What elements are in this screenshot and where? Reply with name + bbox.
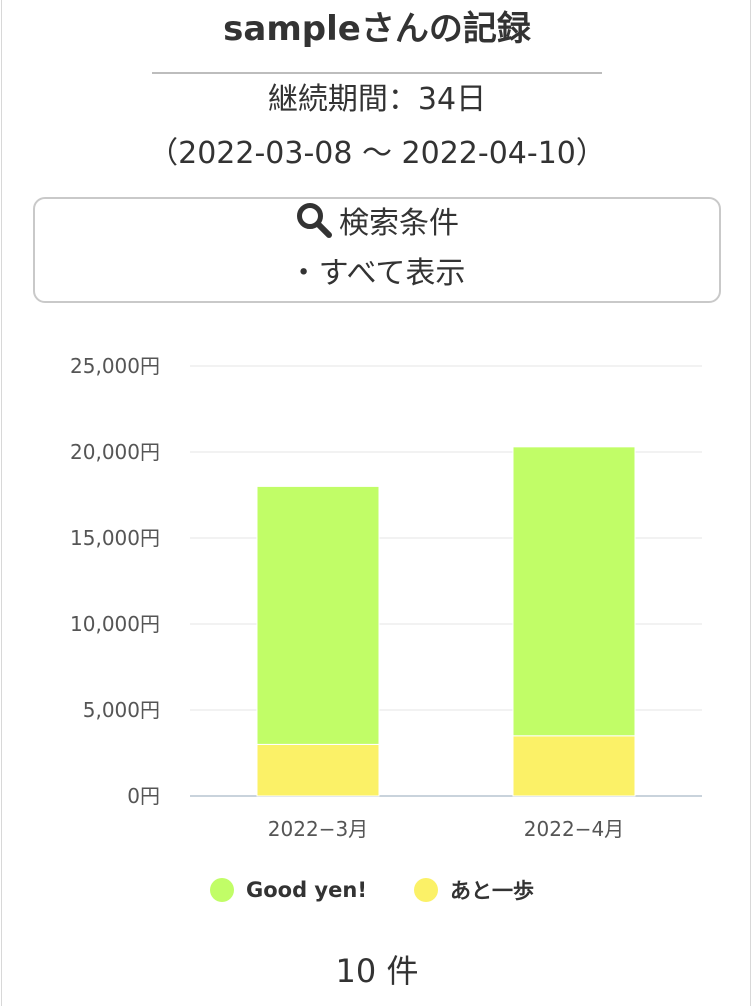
search-conditions-header[interactable]: 検索条件 <box>35 201 719 247</box>
y-tick-label: 10,000円 <box>70 612 160 636</box>
record-count: 10 件 <box>335 952 419 990</box>
y-tick-label: 0円 <box>127 784 160 808</box>
y-tick-label: 15,000円 <box>70 526 160 550</box>
y-tick-label: 5,000円 <box>83 698 160 722</box>
title-divider <box>152 72 602 74</box>
legend-item-good-yen[interactable]: Good yen! <box>210 872 367 908</box>
bar-ato-ippo <box>512 735 636 797</box>
page-title: sampleさんの記録 <box>223 9 531 49</box>
y-tick-label: 25,000円 <box>70 354 160 378</box>
search-conditions-panel[interactable]: 検索条件 ・すべて表示 <box>33 197 721 303</box>
search-conditions-label: 検索条件 <box>339 206 459 241</box>
stacked-bar-chart: 0円 5,000円 10,000円 15,000円 20,000円 25,000円 2022… <box>70 354 702 841</box>
date-range: （2022-03-08 〜 2022-04-10） <box>148 136 606 171</box>
chart-legend: Good yen! あと一歩 <box>0 872 754 908</box>
bar-good-yen <box>512 446 636 737</box>
x-tick-label: 2022−3月 <box>268 817 368 841</box>
y-tick-label: 20,000円 <box>70 440 160 464</box>
legend-swatch-good-yen <box>210 878 234 902</box>
legend-label-ato-ippo: あと一歩 <box>450 879 534 903</box>
bar-ato-ippo <box>256 743 380 797</box>
continuation-period: 継続期間：34日 <box>267 82 487 117</box>
legend-label-good-yen: Good yen! <box>246 878 367 902</box>
legend-item-ato-ippo[interactable]: あと一歩 <box>414 872 534 908</box>
search-icon <box>295 203 339 241</box>
x-tick-label: 2022−4月 <box>524 817 624 841</box>
bar-good-yen <box>256 485 380 745</box>
search-condition-item: ・すべて表示 <box>288 256 466 291</box>
legend-swatch-ato-ippo <box>414 878 438 902</box>
